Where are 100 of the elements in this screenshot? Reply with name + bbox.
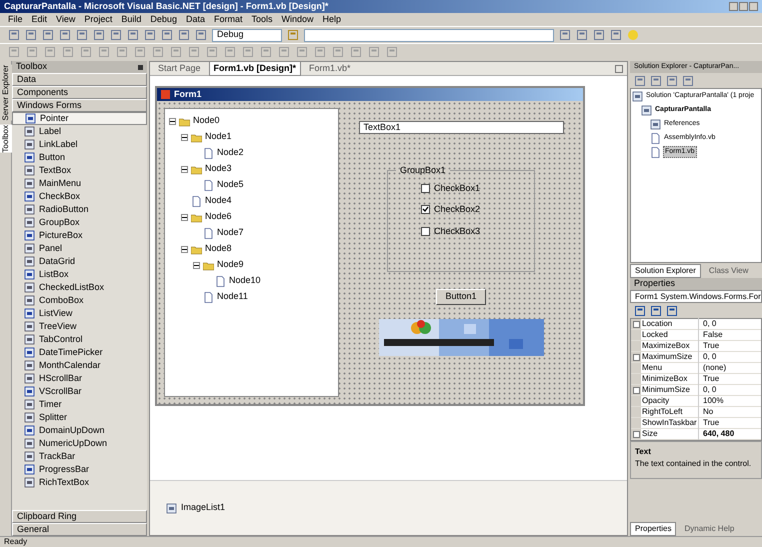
tree-node[interactable]: Node9	[217, 258, 244, 272]
toolbox-section[interactable]: Data	[12, 73, 147, 86]
property-value[interactable]: True	[699, 417, 720, 429]
side-tab[interactable]: Toolbox	[0, 124, 12, 152]
property-row[interactable]: MinimumSize 0, 0	[631, 385, 761, 396]
property-row[interactable]: Locked False	[631, 330, 761, 341]
layout-icon[interactable]	[26, 46, 38, 58]
property-row[interactable]: Size 640, 480	[631, 429, 761, 440]
layout-icon[interactable]	[368, 46, 380, 58]
toolbox-item[interactable]: TabControl	[12, 333, 147, 346]
layout-icon[interactable]	[260, 46, 272, 58]
tree-node[interactable]: Node11	[217, 290, 248, 304]
toolbox-item[interactable]: Label	[12, 125, 147, 138]
component-label[interactable]: ImageList1	[181, 501, 226, 515]
checkbox[interactable]	[421, 226, 430, 236]
layout-icon[interactable]	[296, 46, 308, 58]
panel-tab[interactable]: Class View	[704, 264, 752, 276]
tree-node[interactable]: Node0	[193, 114, 220, 128]
window-controls-icon[interactable]	[729, 2, 758, 11]
toolbox-item[interactable]: ProgressBar	[12, 463, 147, 476]
toolbox-item[interactable]: Timer	[12, 398, 147, 411]
toolbox-item[interactable]: ComboBox	[12, 294, 147, 307]
toolbox-item[interactable]: Pointer	[12, 112, 147, 125]
property-row[interactable]: Location 0, 0	[631, 319, 761, 330]
collapse-icon[interactable]	[181, 214, 188, 220]
toolbox-item[interactable]: PictureBox	[12, 229, 147, 242]
property-row[interactable]: ShowInTaskbar True	[631, 418, 761, 429]
property-value[interactable]: 0, 0	[699, 351, 716, 363]
panel-tab[interactable]: Dynamic Help	[680, 522, 738, 534]
toolbox-item[interactable]: TreeView	[12, 320, 147, 333]
menu-item[interactable]: Help	[322, 12, 342, 26]
toolbox-item[interactable]: GroupBox	[12, 216, 147, 229]
menu-item[interactable]: Debug	[150, 12, 177, 26]
toolbox-section[interactable]: Components	[12, 86, 147, 99]
tree-node[interactable]: Node5	[217, 178, 244, 192]
toolbox-item[interactable]: RadioButton	[12, 203, 147, 216]
toolbox-item[interactable]: ListView	[12, 307, 147, 320]
property-row[interactable]: MinimizeBox True	[631, 374, 761, 385]
tree-node[interactable]: Node6	[205, 210, 232, 224]
checkbox[interactable]	[421, 205, 430, 214]
menu-item[interactable]: Format	[214, 12, 242, 26]
expand-icon[interactable]	[632, 354, 640, 360]
tree-node[interactable]: Node4	[205, 194, 232, 208]
expand-icon[interactable]	[632, 386, 640, 394]
toolbox-item[interactable]: DataGrid	[12, 255, 147, 268]
form-button[interactable]: Button1	[436, 289, 486, 305]
toolbox-item[interactable]: CheckedListBox	[12, 281, 147, 294]
menu-item[interactable]: View	[56, 12, 76, 26]
layout-icon[interactable]	[188, 46, 200, 58]
toolbox-item[interactable]: TrackBar	[12, 450, 147, 463]
layout-icon[interactable]	[134, 46, 146, 58]
find-field[interactable]	[304, 28, 554, 42]
expand-icon[interactable]	[632, 320, 640, 328]
menu-item[interactable]: Edit	[32, 12, 48, 26]
menu-item[interactable]: File	[8, 12, 23, 26]
toolbox-item[interactable]: LinkLabel	[12, 138, 147, 151]
layout-icon[interactable]	[8, 46, 20, 58]
text-field[interactable]: TextBox1	[358, 121, 564, 134]
property-value[interactable]: 100%	[699, 395, 724, 407]
property-value[interactable]: 0, 0	[699, 384, 716, 396]
toolbox-item[interactable]: ListBox	[12, 268, 147, 281]
property-row[interactable]: Menu (none)	[631, 363, 761, 374]
layout-icon[interactable]	[116, 46, 128, 58]
layout-icon[interactable]	[170, 46, 182, 58]
layout-icon[interactable]	[278, 46, 290, 58]
tree-view[interactable]: Node0 Node1 Node2 Node3 Node5 Node4 Node6 Node7 Node8 Node9 Node10 Node11	[164, 108, 339, 397]
document-tab[interactable]: Start Page	[154, 62, 205, 76]
layout-icon[interactable]	[350, 46, 362, 58]
property-row[interactable]: Opacity 100%	[631, 396, 761, 407]
tree-node[interactable]: Node3	[205, 162, 232, 176]
toolbox-item[interactable]: CheckBox	[12, 190, 147, 203]
menu-item[interactable]: Tools	[251, 12, 272, 26]
property-row[interactable]: MaximumSize 0, 0	[631, 352, 761, 363]
toolbox-item[interactable]: Splitter	[12, 411, 147, 424]
configuration-dropdown[interactable]: Debug	[212, 28, 282, 42]
toolbox-item[interactable]: MainMenu	[12, 177, 147, 190]
layout-icon[interactable]	[152, 46, 164, 58]
menu-item[interactable]: Window	[282, 12, 314, 26]
property-value[interactable]: True	[699, 340, 720, 352]
property-value[interactable]: False	[699, 329, 723, 341]
layout-icon[interactable]	[224, 46, 236, 58]
layout-icon[interactable]	[332, 46, 344, 58]
collapse-icon[interactable]	[181, 246, 188, 252]
collapse-icon[interactable]	[169, 118, 176, 124]
document-tab[interactable]: Form1.vb*	[305, 62, 355, 76]
object-dropdown[interactable]: Form1 System.Windows.Forms.For	[630, 290, 762, 303]
toolbox-item[interactable]: HScrollBar	[12, 372, 147, 385]
checkbox[interactable]	[421, 184, 430, 193]
toolbox-item[interactable]: Panel	[12, 242, 147, 255]
menu-item[interactable]: Build	[121, 12, 142, 26]
toolbox-section[interactable]: General	[12, 523, 147, 536]
tree-node[interactable]: Node7	[217, 226, 244, 240]
panel-tab[interactable]: Properties	[630, 522, 676, 536]
property-value[interactable]: No	[699, 406, 714, 418]
tree-node[interactable]: Node2	[217, 146, 244, 160]
property-value[interactable]: True	[699, 373, 720, 385]
toolbox-section[interactable]: Clipboard Ring	[12, 510, 147, 523]
toolbox-item[interactable]: DomainUpDown	[12, 424, 147, 437]
document-tab[interactable]: Form1.vb [Design]*	[208, 60, 302, 76]
property-value[interactable]: 0, 0	[699, 318, 716, 330]
